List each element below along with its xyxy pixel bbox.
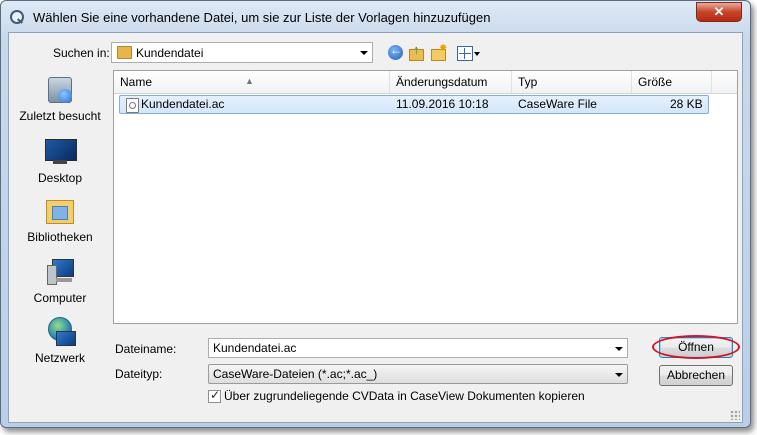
view-menu-button[interactable] bbox=[456, 44, 480, 62]
recent-places-icon bbox=[44, 75, 76, 105]
close-button[interactable]: ✕ bbox=[696, 2, 742, 22]
look-in-value: Kundendatei bbox=[136, 46, 204, 60]
column-header-type[interactable]: Typ bbox=[512, 71, 632, 93]
filetype-label: Dateityp: bbox=[115, 367, 163, 381]
resize-grip[interactable] bbox=[730, 410, 740, 420]
chevron-down-icon[interactable] bbox=[360, 51, 368, 55]
dialog-body: Suchen in: Kundendatei ↑ ✸ Zuletzt besuc… bbox=[8, 32, 743, 423]
file-date: 11.09.2016 10:18 bbox=[396, 97, 489, 111]
open-button[interactable]: Öffnen bbox=[659, 337, 733, 358]
sort-ascending-icon: ▲ bbox=[245, 76, 254, 86]
chevron-down-icon[interactable] bbox=[615, 373, 623, 377]
view-menu-icon bbox=[457, 46, 473, 61]
place-label: Desktop bbox=[37, 171, 83, 185]
window-title: Wählen Sie eine vorhandene Datei, um sie… bbox=[33, 10, 491, 25]
copy-cvdata-label[interactable]: Über zugrundeliegende CVData in CaseView… bbox=[224, 389, 585, 403]
column-header-row: Name ▲ Änderungsdatum Typ Größe bbox=[114, 71, 737, 94]
file-name: Kundendatei.ac bbox=[141, 97, 225, 111]
back-icon bbox=[388, 43, 403, 60]
filename-value: Kundendatei.ac bbox=[213, 341, 297, 355]
up-folder-button[interactable]: ↑ bbox=[408, 42, 426, 62]
computer-icon bbox=[44, 257, 76, 287]
place-label: Zuletzt besucht bbox=[19, 109, 101, 123]
places-bar: Zuletzt besucht Desktop Bibliotheken Com… bbox=[16, 72, 104, 368]
file-type: CaseWare File bbox=[518, 97, 597, 111]
cancel-button[interactable]: Abbrechen bbox=[659, 365, 733, 386]
column-header-name[interactable]: Name ▲ bbox=[114, 71, 390, 93]
title-bar[interactable]: Wählen Sie eine vorhandene Datei, um sie… bbox=[1, 1, 750, 33]
back-button[interactable] bbox=[387, 43, 405, 62]
file-size: 28 KB bbox=[670, 97, 703, 111]
network-icon bbox=[44, 317, 76, 347]
file-list[interactable]: Name ▲ Änderungsdatum Typ Größe Kundenda… bbox=[113, 70, 738, 324]
look-in-dropdown[interactable]: Kundendatei bbox=[111, 42, 373, 63]
chevron-down-icon[interactable] bbox=[615, 347, 623, 351]
new-folder-button[interactable]: ✸ bbox=[430, 43, 448, 62]
look-in-label: Suchen in: bbox=[53, 46, 110, 60]
file-row[interactable]: Kundendatei.ac 11.09.2016 10:18 CaseWare… bbox=[119, 95, 709, 114]
filename-label: Dateiname: bbox=[115, 342, 177, 356]
desktop-icon bbox=[44, 137, 77, 167]
filetype-value: CaseWare-Dateien (*.ac;*.ac_) bbox=[213, 367, 378, 381]
file-open-dialog: Wählen Sie eine vorhandene Datei, um sie… bbox=[0, 0, 751, 428]
place-desktop[interactable]: Desktop bbox=[16, 137, 104, 185]
chevron-down-icon bbox=[474, 52, 480, 56]
place-label: Computer bbox=[33, 291, 87, 305]
folder-icon bbox=[117, 46, 132, 59]
column-header-size[interactable]: Größe bbox=[632, 71, 712, 93]
place-network[interactable]: Netzwerk bbox=[16, 317, 104, 365]
place-label: Netzwerk bbox=[34, 351, 85, 365]
place-recent[interactable]: Zuletzt besucht bbox=[16, 75, 104, 123]
column-header-date[interactable]: Änderungsdatum bbox=[390, 71, 512, 93]
libraries-icon bbox=[44, 196, 76, 226]
place-label: Bibliotheken bbox=[27, 230, 93, 244]
app-icon bbox=[10, 10, 24, 24]
copy-cvdata-checkbox[interactable] bbox=[208, 388, 221, 403]
caseware-file-icon bbox=[126, 98, 139, 113]
place-libraries[interactable]: Bibliotheken bbox=[16, 196, 104, 244]
place-computer[interactable]: Computer bbox=[16, 257, 104, 305]
filename-input[interactable]: Kundendatei.ac bbox=[208, 338, 628, 358]
filetype-dropdown[interactable]: CaseWare-Dateien (*.ac;*.ac_) bbox=[208, 364, 628, 384]
